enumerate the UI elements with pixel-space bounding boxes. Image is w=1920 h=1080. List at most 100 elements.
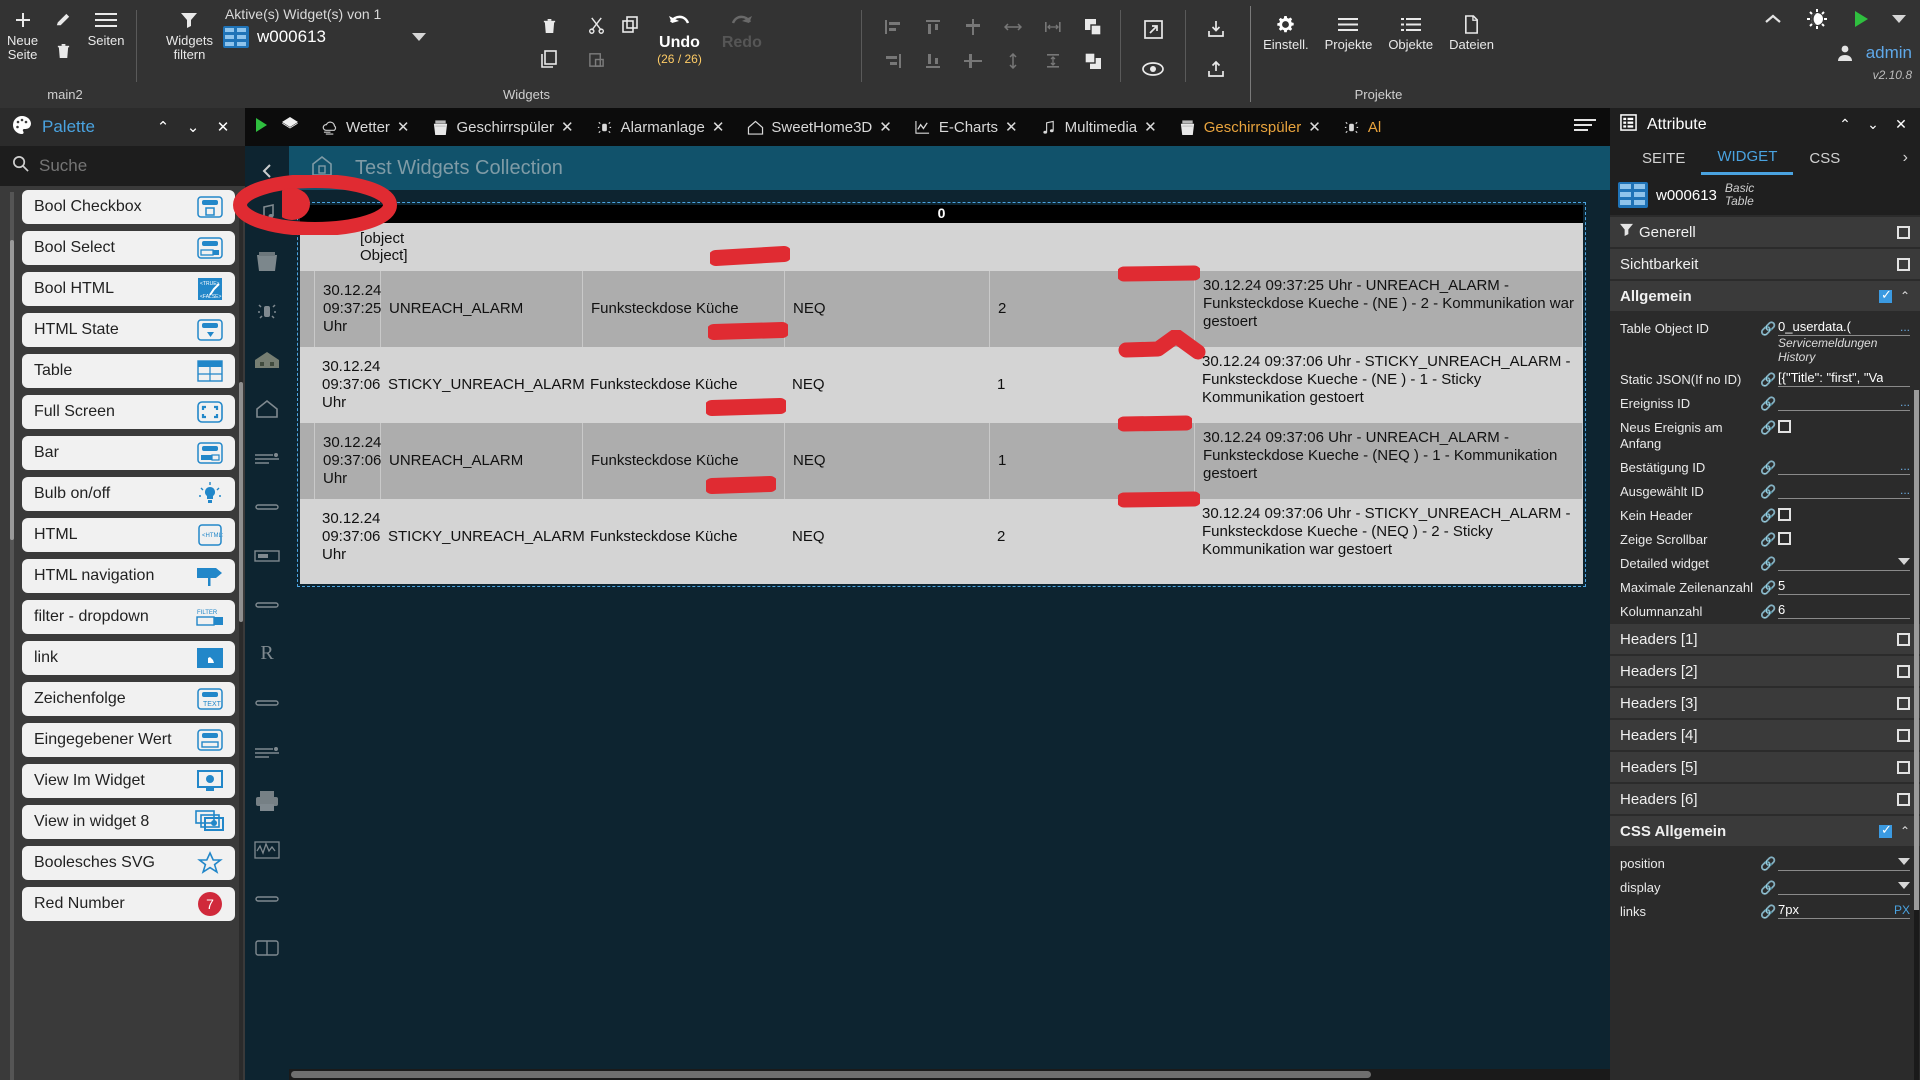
- attribute-value[interactable]: 0_userdata.(...: [1778, 318, 1910, 336]
- attributes-expand-icon[interactable]: ⌃: [1836, 116, 1854, 133]
- redo-button[interactable]: Redo: [712, 6, 772, 52]
- view-tab-geschirrsp-ler[interactable]: Geschirrspüler ✕: [1168, 108, 1332, 146]
- paste-button[interactable]: [583, 46, 609, 72]
- chevron-down-icon[interactable]: [1898, 882, 1910, 889]
- widget-dropdown-caret[interactable]: [411, 33, 426, 41]
- admin-user-label[interactable]: admin: [1866, 43, 1912, 63]
- link-state-icon[interactable]: 🔗: [1760, 877, 1778, 896]
- bring-front-icon[interactable]: [1080, 14, 1106, 40]
- align-left-icon[interactable]: [880, 14, 906, 40]
- distribute-h-icon[interactable]: [1000, 14, 1026, 40]
- attribute-value[interactable]: [{"Title": "first", "Va: [1778, 369, 1910, 387]
- view-icon-split[interactable]: [245, 923, 289, 972]
- attribute-section-checkbox[interactable]: [1897, 696, 1910, 710]
- view-icon-printer[interactable]: [245, 776, 289, 825]
- table-widget[interactable]: 0 [object Object] 30.12.24 09:37:25 Uhr U…: [300, 205, 1583, 584]
- collapse-chevron-up-icon[interactable]: [1760, 6, 1786, 32]
- attribute-checkbox[interactable]: [1778, 507, 1791, 521]
- chevron-up-icon[interactable]: ⌃: [1900, 289, 1910, 303]
- attribute-more-dots[interactable]: ...: [1900, 483, 1910, 497]
- new-page-button[interactable]: Neue Seite: [0, 6, 46, 64]
- view-icon-music[interactable]: [245, 188, 289, 237]
- attribute-value[interactable]: 6: [1778, 601, 1910, 619]
- attribute-value[interactable]: [1778, 877, 1910, 895]
- link-state-icon[interactable]: 🔗: [1760, 577, 1778, 596]
- palette-item[interactable]: Bool HTML <TRUE> <FALSE>: [22, 272, 235, 306]
- attribute-section-checkbox[interactable]: [1897, 225, 1910, 239]
- tabbar-menu-icon[interactable]: [1560, 118, 1610, 137]
- tab-layers-icon[interactable]: [280, 115, 300, 140]
- palette-expand-icon[interactable]: ⌃: [153, 118, 173, 136]
- files-button[interactable]: Dateien: [1443, 10, 1500, 54]
- attribute-section-checkbox[interactable]: [1878, 287, 1892, 303]
- palette-close-icon[interactable]: ✕: [213, 118, 233, 136]
- attribute-section-checkbox[interactable]: [1897, 664, 1910, 678]
- link-state-icon[interactable]: 🔗: [1760, 369, 1778, 388]
- link-state-icon[interactable]: 🔗: [1760, 529, 1778, 548]
- palette-item[interactable]: HTML navigation: [22, 559, 235, 593]
- attribute-section-header[interactable]: Sichtbarkeit: [1610, 249, 1920, 279]
- attribute-more-dots[interactable]: ...: [1900, 320, 1910, 334]
- send-back-icon[interactable]: [1080, 48, 1106, 74]
- align-right-icon[interactable]: [880, 48, 906, 74]
- design-canvas[interactable]: Test Widgets Collection 0 [object Object…: [289, 146, 1610, 1080]
- palette-item[interactable]: Bar: [22, 436, 235, 470]
- attribute-value[interactable]: 5: [1778, 577, 1910, 595]
- filter-widgets-button[interactable]: Widgets filtern: [160, 6, 219, 64]
- attribute-value[interactable]: ...: [1778, 393, 1910, 411]
- table-row[interactable]: 30.12.24 09:37:06 Uhr UNREACH_ALARM Funkst…: [300, 423, 1583, 499]
- attribute-section-header[interactable]: Headers [5]: [1610, 752, 1920, 782]
- attribute-value[interactable]: [1778, 553, 1910, 571]
- view-icon-panel[interactable]: [245, 531, 289, 580]
- palette-item[interactable]: Zeichenfolge TEXT: [22, 682, 235, 716]
- attribute-section-header[interactable]: Headers [6]: [1610, 784, 1920, 814]
- palette-scrollbar-left[interactable]: [10, 192, 14, 1080]
- close-tab-icon[interactable]: ✕: [1005, 118, 1018, 136]
- link-state-icon[interactable]: 🔗: [1760, 318, 1778, 337]
- export-icon[interactable]: [1203, 56, 1229, 82]
- distribute-v-icon[interactable]: [1000, 48, 1026, 74]
- view-tab-sweethome3d[interactable]: SweetHome3D ✕: [735, 108, 902, 146]
- chevron-down-icon[interactable]: [1898, 558, 1910, 565]
- selected-widget-frame[interactable]: 0 [object Object] 30.12.24 09:37:25 Uhr U…: [297, 202, 1586, 587]
- view-tab-multimedia[interactable]: Multimedia ✕: [1029, 108, 1168, 146]
- attribute-section-header[interactable]: Allgemein ⌃: [1610, 281, 1920, 311]
- link-state-icon[interactable]: 🔗: [1760, 853, 1778, 872]
- align-top-icon[interactable]: [920, 14, 946, 40]
- attribute-value[interactable]: [1778, 853, 1910, 871]
- attribute-checkbox[interactable]: [1778, 419, 1791, 433]
- chevron-down-icon[interactable]: [1898, 858, 1910, 865]
- attribute-section-checkbox[interactable]: [1897, 728, 1910, 742]
- palette-item[interactable]: Red Number 7: [22, 887, 235, 921]
- objects-button[interactable]: Objekte: [1382, 10, 1439, 54]
- attribute-value[interactable]: [1778, 529, 1910, 547]
- width-equal-icon[interactable]: [1040, 14, 1066, 40]
- chevron-up-icon[interactable]: ⌃: [1900, 824, 1910, 838]
- view-tab-e-charts[interactable]: E-Charts ✕: [903, 108, 1029, 146]
- view-icon-house[interactable]: [245, 335, 289, 384]
- attribute-unit[interactable]: PX: [1894, 903, 1910, 917]
- palette-search-input[interactable]: [39, 156, 233, 176]
- attributes-scrollbar[interactable]: [1914, 390, 1919, 1080]
- trash-icon[interactable]: [56, 38, 71, 62]
- palette-item[interactable]: HTML State: [22, 313, 235, 347]
- close-tab-icon[interactable]: ✕: [561, 118, 574, 136]
- palette-item[interactable]: link: [22, 641, 235, 675]
- view-icon-chart2[interactable]: [245, 727, 289, 776]
- palette-scrollbar-right[interactable]: [239, 192, 243, 1080]
- view-home-icon[interactable]: [311, 155, 333, 182]
- attribute-section-checkbox[interactable]: [1897, 792, 1910, 806]
- attribute-value[interactable]: ...: [1778, 481, 1910, 499]
- attribute-value[interactable]: ...: [1778, 457, 1910, 475]
- tab-run-icon[interactable]: [255, 117, 268, 137]
- attribute-section-checkbox[interactable]: [1878, 822, 1892, 838]
- attribute-section-header[interactable]: CSS Allgemein ⌃: [1610, 816, 1920, 846]
- close-tab-icon[interactable]: ✕: [879, 118, 892, 136]
- align-center-h-icon[interactable]: [960, 48, 986, 74]
- attribute-section-checkbox[interactable]: [1897, 632, 1910, 646]
- tab-css[interactable]: CSS: [1793, 141, 1856, 175]
- link-state-icon[interactable]: 🔗: [1760, 417, 1778, 436]
- palette-item[interactable]: Boolesches SVG: [22, 846, 235, 880]
- link-state-icon[interactable]: 🔗: [1760, 553, 1778, 572]
- tab-widget[interactable]: WIDGET: [1701, 141, 1794, 175]
